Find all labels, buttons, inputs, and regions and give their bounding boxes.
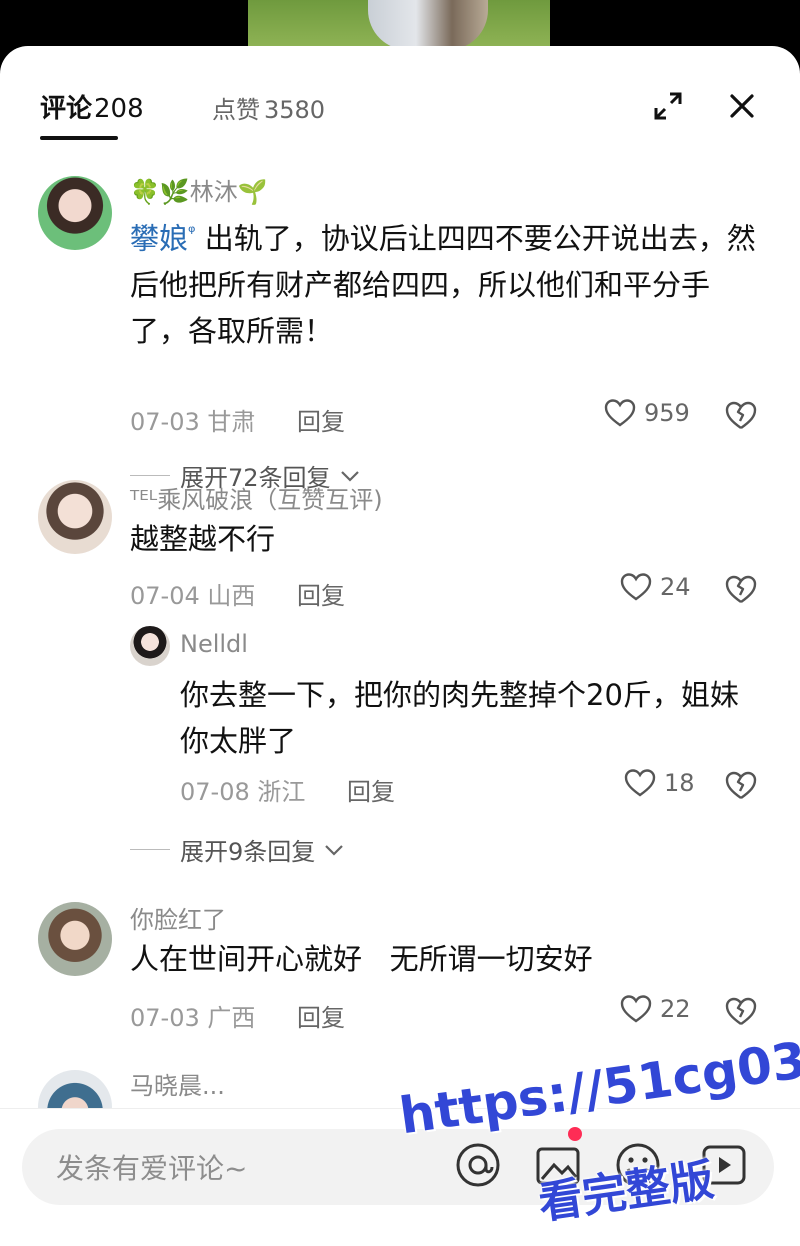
video-preview-figure — [368, 0, 488, 50]
like-count: 24 — [660, 573, 691, 601]
divider-dash — [130, 475, 170, 476]
notification-dot — [568, 1127, 582, 1141]
avatar[interactable] — [38, 480, 112, 554]
reply-text: 你去整一下，把你的肉先整掉个20斤，姐妹你太胖了 — [180, 678, 739, 758]
tab-likes-label: 点赞 — [212, 96, 260, 124]
comment-text: 攀娘ᵠ 出轨了，协议后让四四不要公开说出去，然后他把所有财产都给四四，所以他们和… — [130, 210, 760, 354]
reply-button[interactable]: 回复 — [347, 778, 395, 806]
comment-text: 越整越不行 — [130, 522, 276, 556]
reply-username[interactable]: Nelldl — [180, 630, 248, 658]
active-tab-indicator — [40, 136, 118, 140]
divider-dash — [130, 849, 170, 850]
comment-username[interactable]: ᵀᴱᴸ乘风破浪（互赞互评) — [130, 480, 383, 515]
comment-location: 甘肃 — [207, 408, 256, 436]
expand-icon[interactable] — [652, 90, 684, 122]
comment-date: 07-03 — [130, 1004, 200, 1032]
like-button[interactable]: 22 — [620, 994, 691, 1024]
comment-username[interactable]: 你脸红了 — [130, 900, 226, 935]
broken-heart-icon[interactable] — [724, 398, 758, 432]
tab-likes-count: 3580 — [264, 96, 326, 124]
comment-location: 山西 — [207, 582, 256, 610]
tab-comments[interactable]: 评论208 — [40, 88, 144, 125]
like-count: 959 — [644, 399, 690, 427]
like-button[interactable]: 24 — [620, 572, 691, 602]
comment-username[interactable]: 马晓晨... — [130, 1066, 225, 1101]
expand-replies-button[interactable]: 展开9条回复 — [130, 832, 345, 867]
comment-body: 出轨了，协议后让四四不要公开说出去，然后他把所有财产都给四四，所以他们和平分手了… — [130, 221, 756, 348]
heart-icon — [604, 399, 636, 427]
chevron-down-icon — [325, 844, 344, 856]
comment-meta: 07-03 甘肃 回复 — [130, 402, 345, 437]
broken-heart-icon[interactable] — [724, 768, 758, 802]
expand-replies-label: 展开9条回复 — [180, 838, 316, 866]
username-text: 林沐 — [189, 178, 238, 206]
search-icon: ᵠ — [188, 222, 196, 243]
comment-username[interactable]: 🍀🌿林沐🌱 — [130, 172, 268, 207]
reply-location: 浙江 — [257, 778, 306, 806]
reply-button[interactable]: 回复 — [297, 1004, 345, 1032]
heart-icon — [620, 995, 652, 1023]
comment-meta: 07-04 山西 回复 — [130, 576, 345, 611]
comment-text: 人在世间开心就好 无所谓一切安好 — [130, 942, 593, 976]
tab-comments-count: 208 — [94, 94, 144, 124]
mention-link[interactable]: 攀娘 — [130, 222, 188, 256]
at-icon[interactable] — [452, 1139, 504, 1191]
username-emoji-suffix: 🌱 — [237, 178, 268, 206]
reply-button[interactable]: 回复 — [297, 408, 345, 436]
username-emoji-prefix: 🍀🌿 — [130, 178, 190, 206]
avatar[interactable] — [38, 176, 112, 250]
reply-meta: 07-08 浙江 回复 — [180, 772, 395, 807]
avatar[interactable] — [130, 626, 170, 666]
broken-heart-icon[interactable] — [724, 994, 758, 1028]
comment-date: 07-03 — [130, 408, 200, 436]
reply-date: 07-08 — [180, 778, 250, 806]
close-icon[interactable] — [724, 88, 760, 124]
tab-comments-label: 评论 — [40, 94, 93, 124]
like-button[interactable]: 959 — [604, 398, 690, 428]
heart-icon — [624, 769, 656, 797]
tab-likes[interactable]: 点赞 3580 — [212, 90, 325, 125]
reply-button[interactable]: 回复 — [297, 582, 345, 610]
like-count: 22 — [660, 995, 691, 1023]
avatar[interactable] — [38, 902, 112, 976]
like-count: 18 — [664, 769, 695, 797]
comment-meta: 07-03 广西 回复 — [130, 998, 345, 1033]
like-button[interactable]: 18 — [624, 768, 695, 798]
comment-date: 07-04 — [130, 582, 200, 610]
heart-icon — [620, 573, 652, 601]
broken-heart-icon[interactable] — [724, 572, 758, 606]
comment-location: 广西 — [207, 1004, 256, 1032]
comment-input[interactable] — [54, 1147, 438, 1189]
